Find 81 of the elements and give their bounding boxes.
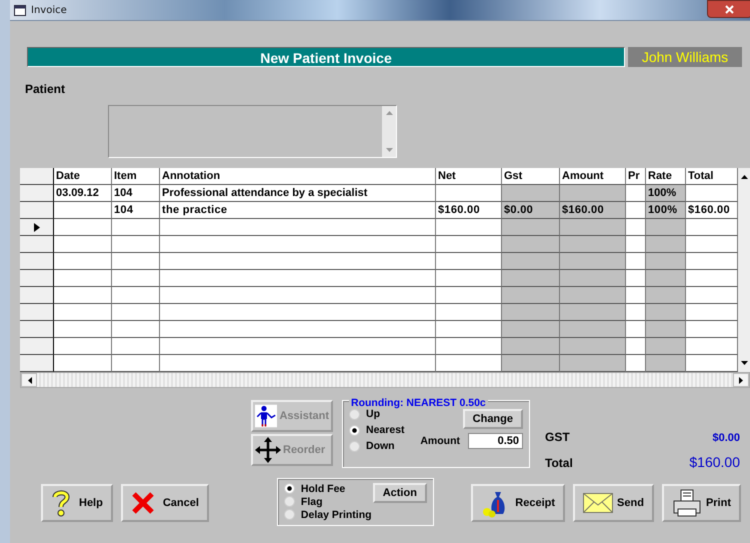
radio-label: Down bbox=[366, 440, 395, 452]
table-cell: 100% bbox=[646, 185, 686, 202]
radio-button[interactable] bbox=[284, 496, 295, 507]
table-cell: $0.00 bbox=[502, 202, 560, 219]
row-header[interactable] bbox=[20, 202, 54, 219]
row-header[interactable] bbox=[20, 219, 54, 236]
cross-icon bbox=[130, 491, 155, 515]
rounding-title: Rounding: NEAREST 0.50c bbox=[349, 397, 488, 409]
scroll-down-icon bbox=[740, 361, 748, 366]
printer-icon bbox=[672, 489, 702, 517]
radio-label: Nearest bbox=[366, 424, 405, 436]
table-cell: Professional attendance by a specialist bbox=[160, 185, 436, 202]
row-header[interactable] bbox=[20, 253, 54, 270]
cancel-button[interactable]: Cancel bbox=[120, 484, 209, 522]
total-value: $160.00 bbox=[689, 454, 740, 470]
scroll-left-icon bbox=[26, 376, 32, 384]
radio-button[interactable] bbox=[284, 483, 295, 494]
column-header[interactable]: Annotation bbox=[160, 168, 436, 185]
row-header[interactable] bbox=[20, 168, 54, 185]
row-header[interactable] bbox=[20, 321, 54, 338]
scroll-right-icon bbox=[738, 376, 744, 384]
table-cell: $160.00 bbox=[560, 202, 626, 219]
scroll-bar[interactable] bbox=[20, 372, 750, 388]
invoice-title: New Patient Invoice bbox=[27, 47, 625, 67]
close-button[interactable] bbox=[707, 0, 750, 18]
window-title: Invoice bbox=[31, 4, 67, 16]
scroll-up-icon bbox=[740, 174, 748, 179]
radio-button[interactable] bbox=[349, 440, 360, 452]
radio-button[interactable] bbox=[349, 424, 360, 436]
patient-label: Patient bbox=[25, 82, 66, 96]
table-cell: the practice bbox=[160, 202, 436, 219]
column-header[interactable]: Item bbox=[112, 168, 160, 185]
table-cell: 104 bbox=[112, 202, 160, 219]
radio-label: Flag bbox=[300, 496, 323, 508]
column-header[interactable]: Rate bbox=[646, 168, 686, 185]
amount-field[interactable]: 0.50 bbox=[468, 433, 523, 449]
table-cell: $160.00 bbox=[436, 202, 502, 219]
column-header[interactable]: Amount bbox=[560, 168, 626, 185]
close-icon bbox=[725, 4, 734, 14]
question-mark-icon bbox=[51, 489, 71, 517]
column-header[interactable]: Gst bbox=[502, 168, 560, 185]
scroll-up-icon bbox=[386, 110, 392, 115]
column-header[interactable]: Pr bbox=[626, 168, 646, 185]
row-header[interactable] bbox=[20, 338, 54, 355]
column-header[interactable]: Total bbox=[686, 168, 738, 185]
row-header[interactable] bbox=[20, 287, 54, 304]
scroll-bar[interactable] bbox=[738, 168, 750, 372]
patient-text-area[interactable] bbox=[108, 105, 397, 158]
row-header[interactable] bbox=[20, 355, 54, 372]
total-value: $0.00 bbox=[712, 432, 740, 444]
row-header[interactable] bbox=[20, 236, 54, 253]
radio-button[interactable] bbox=[284, 509, 295, 520]
radio-label: Hold Fee bbox=[300, 482, 346, 494]
print-button[interactable]: Print bbox=[662, 484, 741, 522]
action-button[interactable]: Action bbox=[372, 483, 427, 503]
radio-label: Delay Printing bbox=[300, 508, 372, 520]
current-row-icon bbox=[34, 222, 40, 232]
radio-button[interactable] bbox=[349, 408, 360, 420]
move-arrows-icon bbox=[255, 437, 281, 463]
receipt-button[interactable]: Receipt bbox=[471, 484, 566, 522]
column-header[interactable]: Date bbox=[54, 168, 112, 185]
window-icon bbox=[14, 4, 26, 16]
row-header[interactable] bbox=[20, 270, 54, 287]
scroll-bar[interactable] bbox=[382, 106, 396, 157]
row-header[interactable] bbox=[20, 185, 54, 202]
change-button[interactable]: Change bbox=[462, 409, 523, 429]
radio-label: Up bbox=[366, 408, 380, 420]
column-header[interactable]: Net bbox=[436, 168, 502, 185]
table-cell: 104 bbox=[112, 185, 160, 202]
send-button[interactable]: Send bbox=[573, 484, 654, 522]
row-header[interactable] bbox=[20, 304, 54, 321]
total-label: GST bbox=[545, 430, 570, 444]
patient-name: John Williams bbox=[628, 47, 742, 67]
table-cell: $160.00 bbox=[686, 202, 738, 219]
scroll-down-icon bbox=[386, 148, 392, 153]
table-cell: 100% bbox=[646, 202, 686, 219]
envelope-icon bbox=[583, 493, 614, 513]
help-button[interactable]: Help bbox=[41, 484, 113, 522]
table-cell: 03.09.12 bbox=[54, 185, 112, 202]
amount-label: Amount bbox=[420, 435, 460, 447]
total-label: Total bbox=[545, 456, 573, 470]
